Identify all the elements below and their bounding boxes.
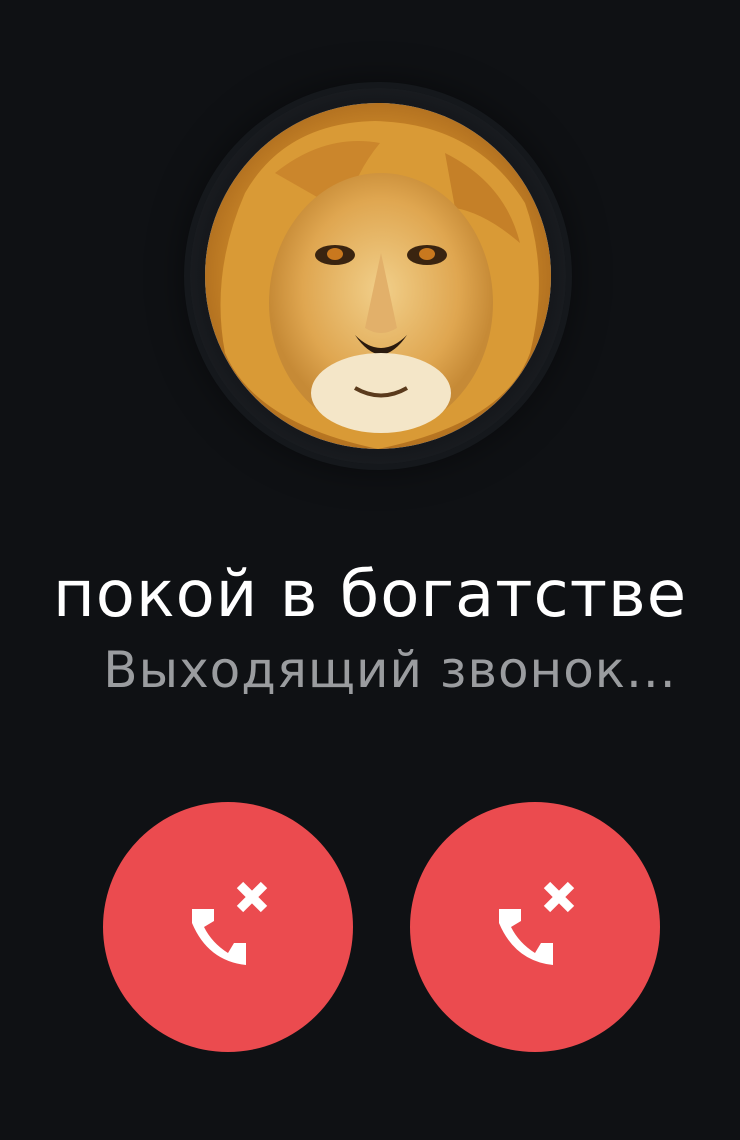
contact-name: покой в богатстве	[52, 558, 688, 632]
lion-avatar-icon	[205, 103, 551, 449]
call-end-icon	[499, 881, 575, 965]
call-end-icon	[192, 881, 268, 965]
contact-avatar	[205, 103, 551, 449]
end-call-button-secondary[interactable]	[410, 802, 660, 1052]
end-call-button[interactable]	[103, 802, 353, 1052]
call-status: Выходящий звонок...	[103, 641, 677, 699]
